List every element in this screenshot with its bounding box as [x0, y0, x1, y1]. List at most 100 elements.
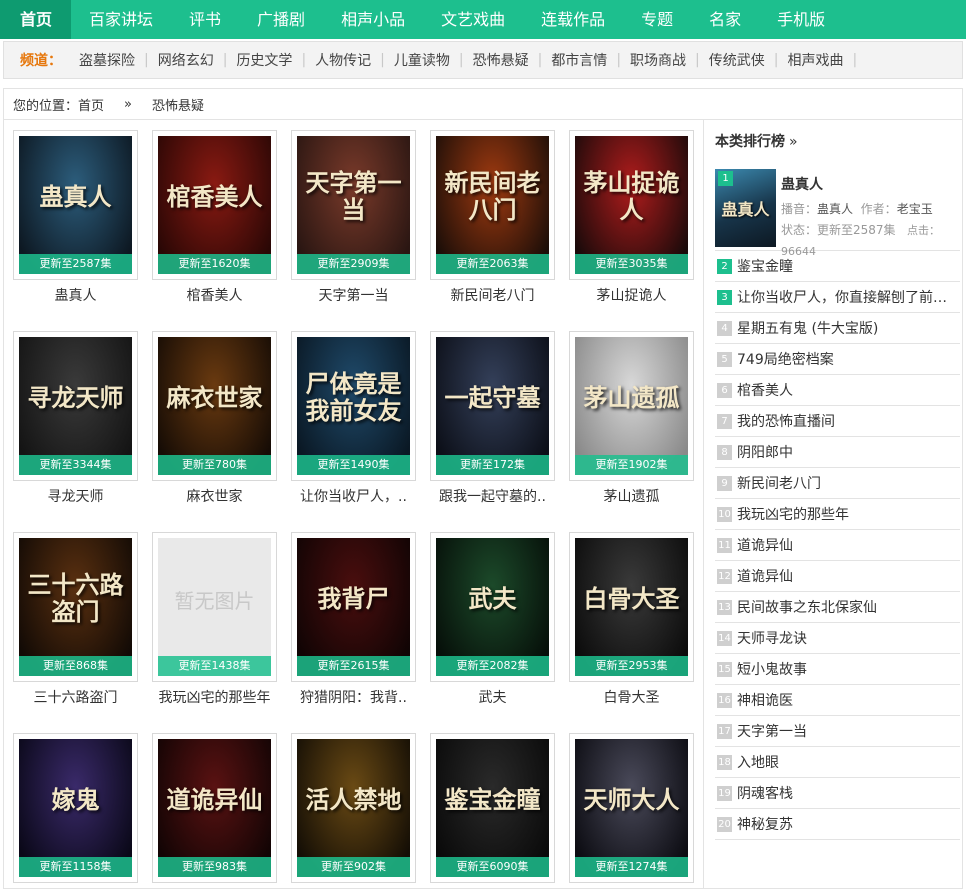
book-cover-link[interactable]: 寻龙天师 更新至3344集	[13, 331, 138, 481]
ranking-item-name[interactable]: 短小鬼故事	[737, 659, 807, 679]
ranking-item: 11 道诡异仙	[715, 530, 960, 561]
ranking-item-name[interactable]: 神秘复苏	[737, 814, 793, 834]
channel-item[interactable]: 相声戏曲	[778, 50, 852, 70]
nav-item-serial[interactable]: 连载作品	[523, 0, 623, 39]
nav-item-home[interactable]: 首页	[0, 0, 72, 39]
episode-update-badge: 更新至1158集	[19, 857, 132, 877]
book-cover: 我背尸 更新至2615集	[297, 538, 410, 676]
ranking-item-name[interactable]: 道诡异仙	[737, 566, 793, 586]
book-title[interactable]: 我玩凶宅的那些年	[152, 687, 277, 707]
channel-item[interactable]: 盗墓探险	[70, 50, 144, 70]
ranking-item-name[interactable]: 民间故事之东北保家仙	[737, 597, 877, 617]
book-cover-link[interactable]: 棺香美人 更新至1620集	[152, 130, 277, 280]
book-title[interactable]: 新民间老八门	[430, 285, 555, 305]
ranking-item-name[interactable]: 神相诡医	[737, 690, 793, 710]
ranking-item-name[interactable]: 天师寻龙诀	[737, 628, 807, 648]
ranking-item-name[interactable]: 棺香美人	[737, 380, 793, 400]
cover-art-text: 鉴宝金瞳	[444, 784, 541, 814]
rank-number-badge: 5	[717, 351, 732, 367]
nav-item-topics[interactable]: 专题	[623, 0, 691, 39]
book-card: 我背尸 更新至2615集狩猎阴阳：我背..	[291, 532, 416, 707]
book-cover-link[interactable]: 一起守墓 更新至172集	[430, 331, 555, 481]
ranking-item: 4 星期五有鬼 (牛大宝版)	[715, 313, 960, 344]
ranking-item-name[interactable]: 道诡异仙	[737, 535, 793, 555]
book-title[interactable]: 武夫	[430, 687, 555, 707]
channel-item[interactable]: 恐怖悬疑	[464, 50, 538, 70]
nav-item-crosstalk[interactable]: 相声小品	[323, 0, 423, 39]
book-cover-link[interactable]: 茅山遗孤 更新至1902集	[569, 331, 694, 481]
status-label: 状态：	[781, 223, 818, 237]
book-cover-link[interactable]: 活人禁地 更新至902集	[291, 733, 416, 883]
book-cover-link[interactable]: 我背尸 更新至2615集	[291, 532, 416, 682]
cover-art-text: 新民间老八门	[444, 168, 541, 224]
book-cover: 道诡异仙 更新至983集	[158, 739, 271, 877]
book-cover-link[interactable]: 白骨大圣 更新至2953集	[569, 532, 694, 682]
nav-item-mobile[interactable]: 手机版	[759, 0, 843, 39]
breadcrumb-current: 恐怖悬疑	[152, 98, 205, 114]
book-cover: 棺香美人 更新至1620集	[158, 136, 271, 274]
book-title[interactable]: 麻衣世家	[152, 486, 277, 506]
book-cover-link[interactable]: 新民间老八门 更新至2063集	[430, 130, 555, 280]
ranking-item-name[interactable]: 阴魂客栈	[737, 783, 793, 803]
book-cover-link[interactable]: 尸体竟是我前女友 更新至1490集	[291, 331, 416, 481]
book-title[interactable]: 茅山遗孤	[569, 486, 694, 506]
book-title[interactable]: 三十六路盗门	[13, 687, 138, 707]
episode-update-badge: 更新至1902集	[575, 455, 688, 475]
ranking-item-name[interactable]: 新民间老八门	[737, 473, 821, 493]
status-value: 更新至2587集	[817, 223, 896, 237]
book-title[interactable]: 白骨大圣	[569, 687, 694, 707]
book-title[interactable]: 寻龙天师	[13, 486, 138, 506]
breadcrumb-home[interactable]: 首页	[78, 95, 104, 114]
book-card: 天字第一当 更新至2909集天字第一当	[291, 130, 416, 305]
channel-item[interactable]: 职场商战	[621, 50, 695, 70]
channel-item[interactable]: 历史文学	[227, 50, 301, 70]
book-cover-link[interactable]: 三十六路盗门 更新至868集	[13, 532, 138, 682]
book-cover-link[interactable]: 道诡异仙 更新至983集	[152, 733, 277, 883]
nav-item-masters[interactable]: 名家	[691, 0, 759, 39]
episode-update-badge: 更新至2909集	[297, 254, 410, 274]
book-cover-link[interactable]: 武夫 更新至2082集	[430, 532, 555, 682]
ranking-item: 12 道诡异仙	[715, 561, 960, 592]
book-cover-link[interactable]: 天师大人 更新至1274集	[569, 733, 694, 883]
book-title[interactable]: 狩猎阴阳：我背..	[291, 687, 416, 707]
ranking-item: 3 让你当收尸人，你直接解刨了前…	[715, 282, 960, 313]
ranking-item-name[interactable]: 我玩凶宅的那些年	[737, 504, 849, 524]
book-title[interactable]: 天字第一当	[291, 285, 416, 305]
anchor-value[interactable]: 蛊真人	[817, 202, 853, 216]
book-title[interactable]: 茅山捉诡人	[569, 285, 694, 305]
book-title[interactable]: 棺香美人	[152, 285, 277, 305]
ranking-item-name[interactable]: 让你当收尸人，你直接解刨了前…	[737, 287, 947, 307]
ranking-item-name[interactable]: 天字第一当	[737, 721, 807, 741]
nav-item-storytelling[interactable]: 评书	[171, 0, 239, 39]
book-title[interactable]: 让你当收尸人，..	[291, 486, 416, 506]
episode-update-badge: 更新至3344集	[19, 455, 132, 475]
ranking-item-name[interactable]: 我的恐怖直播间	[737, 411, 835, 431]
breadcrumb-prefix: 您的位置：	[13, 98, 79, 114]
top-nav: 首页 百家讲坛 评书 广播剧 相声小品 文艺戏曲 连载作品 专题 名家 手机版	[0, 0, 966, 39]
book-cover-link[interactable]: 茅山捉诡人 更新至3035集	[569, 130, 694, 280]
book-cover-link[interactable]: 嫁鬼 更新至1158集	[13, 733, 138, 883]
nav-item-lecture[interactable]: 百家讲坛	[71, 0, 171, 39]
channel-item[interactable]: 传统武侠	[700, 50, 774, 70]
ranking-item-name[interactable]: 星期五有鬼 (牛大宝版)	[737, 318, 878, 338]
book-title[interactable]: 跟我一起守墓的..	[430, 486, 555, 506]
nav-item-opera[interactable]: 文艺戏曲	[423, 0, 523, 39]
book-cover-link[interactable]: 天字第一当 更新至2909集	[291, 130, 416, 280]
chevron-right-icon: »	[789, 134, 798, 150]
book-cover-link[interactable]: 暂无图片 更新至1438集	[152, 532, 277, 682]
ranking-item-name[interactable]: 阴阳郎中	[737, 442, 793, 462]
ranking-top-name[interactable]: 蛊真人	[781, 174, 823, 194]
nav-item-radio-drama[interactable]: 广播剧	[239, 0, 323, 39]
channel-item[interactable]: 都市言情	[542, 50, 616, 70]
channel-item[interactable]: 儿童读物	[385, 50, 459, 70]
book-cover-link[interactable]: 鉴宝金瞳 更新至6090集	[430, 733, 555, 883]
ranking-item-name[interactable]: 749局绝密档案	[737, 349, 834, 369]
book-cover-link[interactable]: 蛊真人 更新至2587集	[13, 130, 138, 280]
channel-item[interactable]: 网络玄幻	[149, 50, 223, 70]
channel-item[interactable]: 人物传记	[306, 50, 380, 70]
author-value[interactable]: 老宝玉	[897, 202, 933, 216]
ranking-header[interactable]: 本类排行榜»	[715, 130, 960, 154]
book-title[interactable]: 蛊真人	[13, 285, 138, 305]
ranking-item-name[interactable]: 入地眼	[737, 752, 779, 772]
book-cover-link[interactable]: 麻衣世家 更新至780集	[152, 331, 277, 481]
